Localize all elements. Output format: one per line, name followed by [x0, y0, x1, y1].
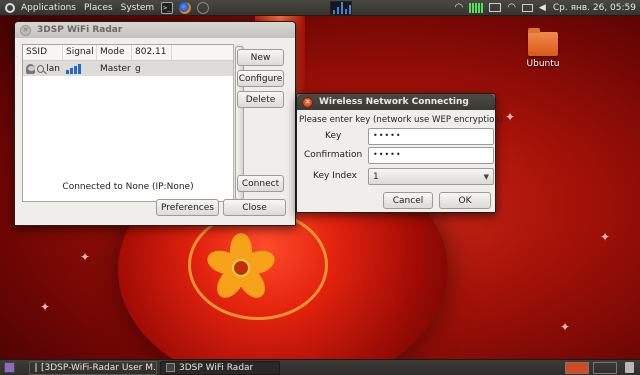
- close-icon[interactable]: ✕: [302, 96, 313, 108]
- workspace-1[interactable]: [565, 361, 589, 374]
- cancel-button[interactable]: Cancel: [383, 192, 433, 209]
- network-row[interactable]: lan Master g: [23, 61, 240, 76]
- task-user-manual[interactable]: [3DSP-WiFi-Radar User M...: [29, 360, 157, 375]
- new-button[interactable]: New: [237, 49, 284, 66]
- system-monitor-graph[interactable]: [330, 0, 353, 15]
- folder-icon: [528, 28, 558, 56]
- volume-icon[interactable]: ◀: [539, 3, 546, 13]
- connect-dialog: ✕ Wireless Network Connecting Please ent…: [296, 93, 504, 213]
- window-titlebar[interactable]: ✕ 3DSP WiFi Radar: [15, 22, 295, 38]
- wifi-tray-icon[interactable]: ◠: [454, 2, 463, 13]
- key-label: Key: [325, 131, 342, 141]
- window-title: 3DSP WiFi Radar: [37, 25, 123, 35]
- preferences-button[interactable]: Preferences: [156, 199, 219, 216]
- terminal-icon[interactable]: >_: [161, 1, 174, 14]
- ssid-cell: lan: [23, 63, 63, 74]
- list-header: SSID Signal Mode 802.11: [23, 45, 240, 61]
- ok-button[interactable]: OK: [439, 192, 491, 209]
- document-icon: [35, 363, 37, 372]
- keyboard-layout-icon[interactable]: [489, 3, 502, 12]
- connect-button[interactable]: Connect: [237, 175, 284, 192]
- trash-icon[interactable]: [625, 362, 634, 373]
- key-input[interactable]: •••••: [368, 128, 494, 145]
- close-icon[interactable]: ✕: [20, 24, 31, 36]
- close-button[interactable]: Close: [223, 199, 286, 216]
- dialog-titlebar[interactable]: ✕ Wireless Network Connecting: [297, 94, 495, 110]
- menu-system[interactable]: System: [117, 0, 159, 16]
- wifi-radar-window: ✕ 3DSP WiFi Radar SSID Signal Mode 802.1…: [14, 21, 296, 226]
- firefox-icon[interactable]: [179, 1, 192, 14]
- key-index-label: Key Index: [313, 171, 357, 181]
- wallpaper-sparkle: ✦: [80, 250, 91, 264]
- configure-button[interactable]: Configure: [237, 70, 284, 87]
- network-globe-icon[interactable]: [197, 1, 210, 14]
- workspace-2[interactable]: [593, 361, 617, 374]
- confirmation-label: Confirmation: [304, 150, 363, 160]
- task-label: [3DSP-WiFi-Radar User M...: [41, 362, 157, 373]
- clock[interactable]: Ср. янв. 26, 05:59: [549, 3, 640, 13]
- signal-strength-icon: [66, 63, 81, 74]
- key-index-value: 1: [373, 171, 379, 182]
- wallpaper-sparkle: ✦: [560, 320, 571, 334]
- mode-cell: Master: [100, 63, 131, 74]
- delete-button[interactable]: Delete: [237, 91, 284, 108]
- bottom-panel: [3DSP-WiFi-Radar User M... 3DSP WiFi Rad…: [0, 359, 640, 375]
- mail-icon[interactable]: [521, 3, 533, 12]
- menu-applications[interactable]: Applications: [17, 0, 80, 16]
- task-label: 3DSP WiFi Radar: [179, 362, 254, 373]
- ubuntu-logo-icon[interactable]: [5, 2, 15, 13]
- column-signal[interactable]: Signal: [63, 45, 97, 60]
- network-list[interactable]: SSID Signal Mode 802.11 lan Master g: [22, 44, 241, 202]
- menu-places[interactable]: Places: [80, 0, 117, 16]
- confirmation-input[interactable]: •••••: [368, 147, 494, 164]
- key-index-select[interactable]: 1 ▼: [368, 168, 494, 185]
- column-mode[interactable]: Mode: [97, 45, 132, 60]
- task-wifi-radar[interactable]: 3DSP WiFi Radar: [160, 360, 280, 375]
- chevron-down-icon: ▼: [483, 172, 489, 181]
- wallpaper-sparkle: ✦: [600, 230, 611, 244]
- column-ssid[interactable]: SSID: [23, 45, 63, 60]
- desktop-icon-ubuntu[interactable]: Ubuntu: [520, 28, 566, 69]
- dialog-title: Wireless Network Connecting: [319, 97, 469, 107]
- search-icon: [37, 64, 45, 73]
- standard-cell: g: [135, 63, 141, 74]
- wallpaper-flower: [204, 233, 278, 303]
- show-desktop-icon[interactable]: [4, 362, 15, 373]
- wallpaper-sparkle: ✦: [40, 300, 51, 314]
- desktop-icon-label: Ubuntu: [526, 59, 560, 69]
- signal-cell: [63, 63, 97, 74]
- wireless-icon[interactable]: ◠: [507, 2, 516, 13]
- dialog-prompt: Please enter key (network use WEP encryp…: [299, 115, 504, 125]
- top-panel: Applications Places System >_ ◠ ◠ ◀ Ср. …: [0, 0, 640, 16]
- network-card-icon: [26, 63, 36, 74]
- system-tray: ◠ ◠ ◀ Ср. янв. 26, 05:59: [451, 0, 640, 16]
- signal-meter-icon[interactable]: [469, 2, 484, 13]
- ssid-text: lan: [46, 63, 60, 74]
- connection-status: Connected to None (IP:None): [62, 182, 194, 192]
- column-standard[interactable]: 802.11: [132, 45, 172, 60]
- wallpaper-sparkle: ✦: [505, 110, 516, 124]
- window-icon: [166, 363, 175, 372]
